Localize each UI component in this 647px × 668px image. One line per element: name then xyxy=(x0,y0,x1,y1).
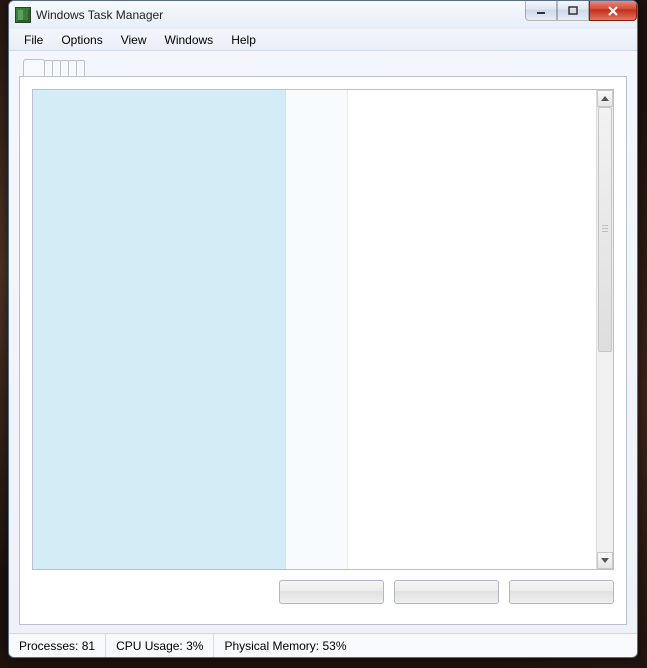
menu-help[interactable]: Help xyxy=(222,31,265,49)
status-bar: Processes: 81 CPU Usage: 3% Physical Mem… xyxy=(9,633,637,657)
status-processes: Processes: 81 xyxy=(9,634,106,657)
tab-strip xyxy=(19,57,627,77)
menu-windows[interactable]: Windows xyxy=(156,31,223,49)
list-view[interactable] xyxy=(32,89,614,570)
list-column-2[interactable] xyxy=(286,90,348,569)
chevron-down-icon xyxy=(601,558,609,563)
tab-active[interactable] xyxy=(23,59,45,77)
client-area xyxy=(9,51,637,633)
menu-file[interactable]: File xyxy=(15,31,52,49)
scroll-track[interactable] xyxy=(597,107,613,552)
task-manager-window: Windows Task Manager File Options View W… xyxy=(8,0,638,658)
maximize-icon xyxy=(568,6,578,16)
app-icon xyxy=(15,7,31,23)
minimize-button[interactable] xyxy=(525,1,557,21)
status-processes-label: Processes: xyxy=(19,639,78,653)
action-button-3[interactable] xyxy=(509,580,614,604)
button-row xyxy=(32,580,614,612)
action-button-2[interactable] xyxy=(394,580,499,604)
list-column-3[interactable] xyxy=(348,90,596,569)
vertical-scrollbar[interactable] xyxy=(596,90,613,569)
close-icon xyxy=(607,6,619,16)
chevron-up-icon xyxy=(601,96,609,101)
scroll-thumb[interactable] xyxy=(598,107,612,352)
status-cpu-label: CPU Usage: xyxy=(116,639,183,653)
status-memory-label: Physical Memory: xyxy=(224,639,319,653)
status-processes-value: 81 xyxy=(82,639,95,653)
close-button[interactable] xyxy=(589,1,637,21)
minimize-icon xyxy=(536,6,546,16)
window-title: Windows Task Manager xyxy=(36,8,163,22)
status-memory: Physical Memory: 53% xyxy=(214,634,637,657)
status-cpu: CPU Usage: 3% xyxy=(106,634,214,657)
action-button-1[interactable] xyxy=(279,580,384,604)
list-columns xyxy=(33,90,596,569)
scroll-down-button[interactable] xyxy=(597,552,613,569)
maximize-button[interactable] xyxy=(557,1,589,21)
list-column-1-selected[interactable] xyxy=(33,90,286,569)
tab-panel xyxy=(19,76,627,625)
menubar: File Options View Windows Help xyxy=(9,29,637,51)
titlebar[interactable]: Windows Task Manager xyxy=(9,1,637,29)
scroll-up-button[interactable] xyxy=(597,90,613,107)
status-cpu-value: 3% xyxy=(186,639,203,653)
window-controls xyxy=(525,1,637,21)
status-memory-value: 53% xyxy=(322,639,346,653)
menu-options[interactable]: Options xyxy=(52,31,111,49)
menu-view[interactable]: View xyxy=(112,31,156,49)
tab-6[interactable] xyxy=(76,60,85,77)
